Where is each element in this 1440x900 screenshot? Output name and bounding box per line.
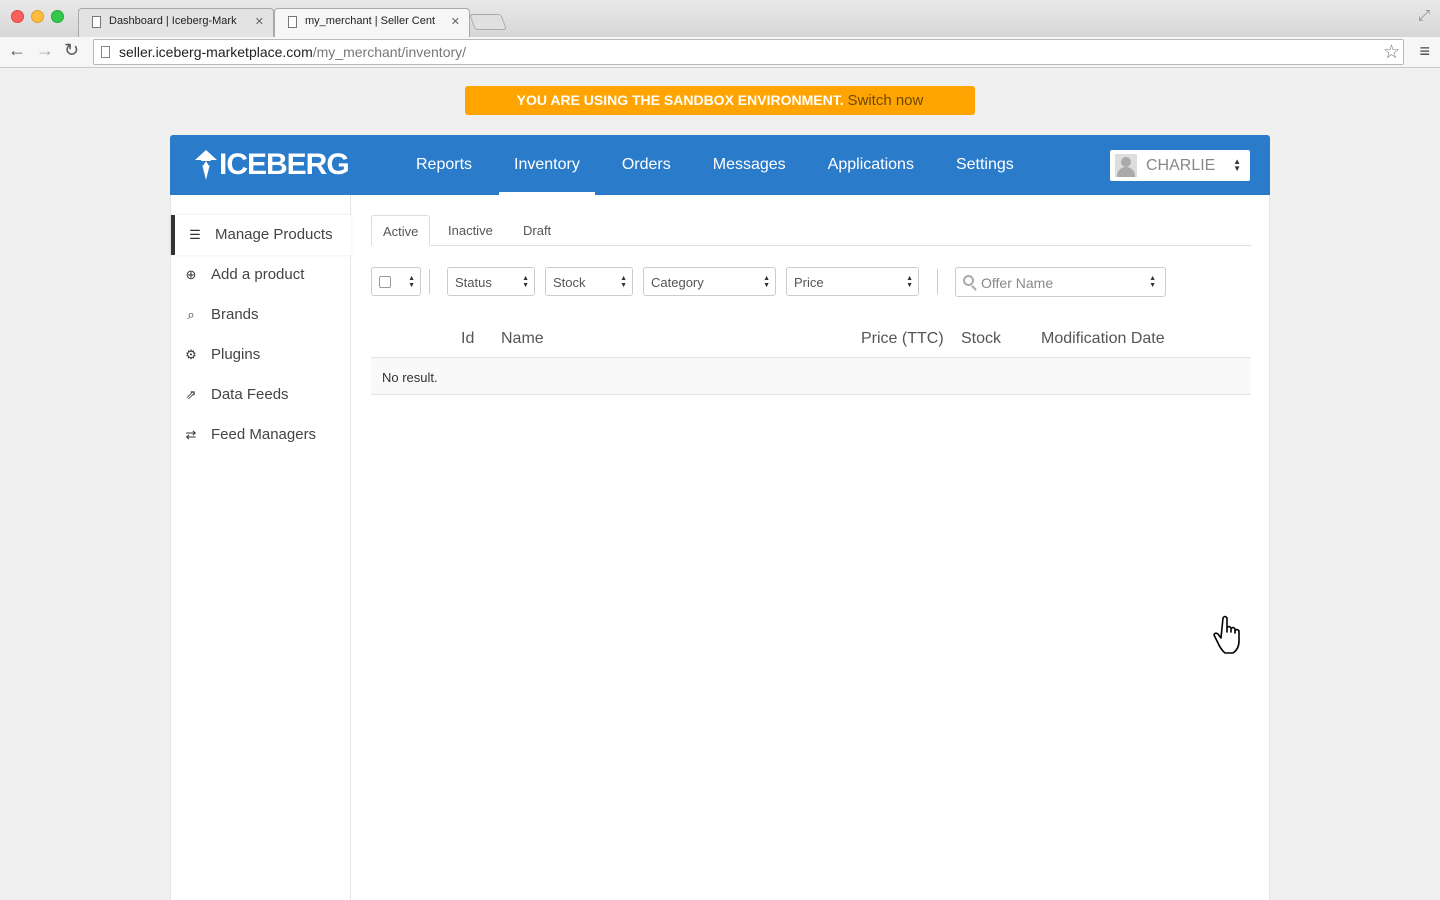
iceberg-logo-icon xyxy=(195,150,217,180)
sort-caret-icon: ▲ ▼ xyxy=(1149,275,1156,289)
avatar xyxy=(1115,154,1137,177)
zoom-window-button[interactable] xyxy=(51,10,64,23)
tab-draft[interactable]: Draft xyxy=(512,215,562,246)
stock-filter[interactable]: Stock ▲ ▼ xyxy=(545,267,633,296)
tab-inactive[interactable]: Inactive xyxy=(437,215,504,246)
user-name: CHARLIE xyxy=(1146,157,1216,174)
sort-caret-icon: ▲ ▼ xyxy=(522,275,529,289)
table-row: No result. xyxy=(371,358,1251,395)
status-filter[interactable]: Status ▲ ▼ xyxy=(447,267,535,296)
main-nav: Reports Inventory Orders Messages Applic… xyxy=(401,135,1041,195)
close-window-button[interactable] xyxy=(11,10,24,23)
nav-reports[interactable]: Reports xyxy=(401,135,487,195)
document-icon xyxy=(92,16,101,28)
share-icon: ⇗ xyxy=(185,387,197,402)
divider xyxy=(937,269,938,294)
category-filter[interactable]: Category ▲ ▼ xyxy=(643,267,776,296)
browser-toolbar: ← → ↻ seller.iceberg-marketplace.com/my_… xyxy=(0,37,1440,68)
back-arrow-icon[interactable]: ← xyxy=(8,40,26,61)
price-filter-label: Price xyxy=(794,275,824,290)
browser-tab-my-merchant[interactable]: my_merchant | Seller Cent ✕ xyxy=(274,8,470,37)
close-tab-icon[interactable]: ✕ xyxy=(255,15,264,28)
cogs-icon: ⚙ xyxy=(185,347,197,362)
column-header-modification-date[interactable]: Modification Date xyxy=(1041,330,1165,348)
divider xyxy=(429,269,430,294)
column-header-id[interactable]: Id xyxy=(461,330,474,348)
hand-cursor-icon xyxy=(1213,615,1240,654)
sidebar-item-label: Feed Managers xyxy=(211,426,317,443)
switch-now-link[interactable]: Switch now xyxy=(847,92,923,109)
brand-name: ICEBERG xyxy=(219,148,350,181)
nav-applications[interactable]: Applications xyxy=(813,135,929,195)
nav-settings[interactable]: Settings xyxy=(941,135,1029,195)
minimize-window-button[interactable] xyxy=(31,10,44,23)
sort-caret-icon: ▲ ▼ xyxy=(408,275,415,289)
sidebar-item-feed-managers[interactable]: ⇄ Feed Managers xyxy=(171,415,351,455)
sidebar-item-add-product[interactable]: ⊕ Add a product xyxy=(171,255,351,295)
status-filter-label: Status xyxy=(455,275,492,290)
sidebar-item-plugins[interactable]: ⚙ Plugins xyxy=(171,335,351,375)
sandbox-banner-text: YOU ARE USING THE SANDBOX ENVIRONMENT. xyxy=(516,92,844,108)
sandbox-banner: YOU ARE USING THE SANDBOX ENVIRONMENT. S… xyxy=(465,86,975,115)
search-icon: ⌕ xyxy=(187,307,195,322)
table-header: Id Name Price (TTC) Stock Modification D… xyxy=(371,323,1251,358)
browser-tab-title: my_merchant | Seller Cent xyxy=(305,15,436,27)
sidebar-item-brands[interactable]: ⌕ Brands xyxy=(171,295,351,335)
sidebar: ☰ Manage Products ⊕ Add a product ⌕ Bran… xyxy=(171,195,351,900)
browser-tab-dashboard[interactable]: Dashboard | Iceberg-Mark ✕ xyxy=(78,8,274,37)
category-filter-label: Category xyxy=(651,275,704,290)
list-icon: ☰ xyxy=(189,227,201,242)
address-bar[interactable]: seller.iceberg-marketplace.com/my_mercha… xyxy=(93,39,1404,65)
sort-caret-icon: ▲ ▼ xyxy=(1233,157,1241,173)
browser-tab-title: Dashboard | Iceberg-Mark xyxy=(109,15,237,27)
empty-message: No result. xyxy=(382,370,438,385)
sort-caret-icon: ▲ ▼ xyxy=(906,275,913,289)
sidebar-item-label: Manage Products xyxy=(215,226,333,243)
sidebar-item-data-feeds[interactable]: ⇗ Data Feeds xyxy=(171,375,351,415)
sidebar-item-label: Brands xyxy=(211,306,259,323)
nav-messages[interactable]: Messages xyxy=(698,135,801,195)
page-icon xyxy=(101,46,110,58)
bookmark-star-icon[interactable]: ☆ xyxy=(1383,41,1400,64)
sidebar-item-manage-products[interactable]: ☰ Manage Products xyxy=(171,215,351,255)
main-content: ☰ Manage Products ⊕ Add a product ⌕ Bran… xyxy=(170,195,1270,900)
exchange-icon: ⇄ xyxy=(185,427,197,442)
iceberg-logo[interactable]: ICEBERG xyxy=(195,148,350,182)
new-tab-button[interactable] xyxy=(469,14,507,30)
offer-name-placeholder: Offer Name xyxy=(981,275,1054,291)
sort-caret-icon: ▲ ▼ xyxy=(620,275,627,289)
document-icon xyxy=(288,16,297,28)
select-all-dropdown[interactable]: ▲ ▼ xyxy=(371,267,421,296)
browser-tab-strip: Dashboard | Iceberg-Mark ✕ my_merchant |… xyxy=(0,0,1440,37)
sidebar-item-label: Add a product xyxy=(211,266,305,283)
sidebar-item-label: Plugins xyxy=(211,346,261,363)
sort-caret-icon: ▲ ▼ xyxy=(763,275,770,289)
nav-inventory[interactable]: Inventory xyxy=(499,135,595,195)
offer-name-search[interactable]: Offer Name ▲ ▼ xyxy=(955,267,1166,297)
reload-icon[interactable]: ↻ xyxy=(64,40,79,61)
close-tab-icon[interactable]: ✕ xyxy=(451,15,460,28)
nav-orders[interactable]: Orders xyxy=(607,135,686,195)
app-header: ICEBERG Reports Inventory Orders Message… xyxy=(170,135,1270,195)
price-filter[interactable]: Price ▲ ▼ xyxy=(786,267,919,296)
url-text: seller.iceberg-marketplace.com/my_mercha… xyxy=(119,44,467,60)
status-tabs: Active Inactive Draft xyxy=(371,215,1251,246)
browser-menu-icon[interactable]: ≡ xyxy=(1419,41,1430,62)
forward-arrow-icon[interactable]: → xyxy=(36,40,54,61)
column-header-stock[interactable]: Stock xyxy=(961,330,1001,348)
sidebar-item-label: Data Feeds xyxy=(211,386,289,403)
stock-filter-label: Stock xyxy=(553,275,586,290)
column-header-name[interactable]: Name xyxy=(501,330,544,348)
tab-active[interactable]: Active xyxy=(371,215,431,246)
user-menu-button[interactable]: CHARLIE ▲ ▼ xyxy=(1110,150,1250,181)
search-icon xyxy=(963,275,974,286)
fullscreen-icon[interactable]: ⤢ xyxy=(1418,7,1430,24)
column-header-price[interactable]: Price (TTC) xyxy=(861,330,944,348)
plus-circle-icon: ⊕ xyxy=(185,267,197,282)
select-all-checkbox[interactable] xyxy=(379,276,391,288)
